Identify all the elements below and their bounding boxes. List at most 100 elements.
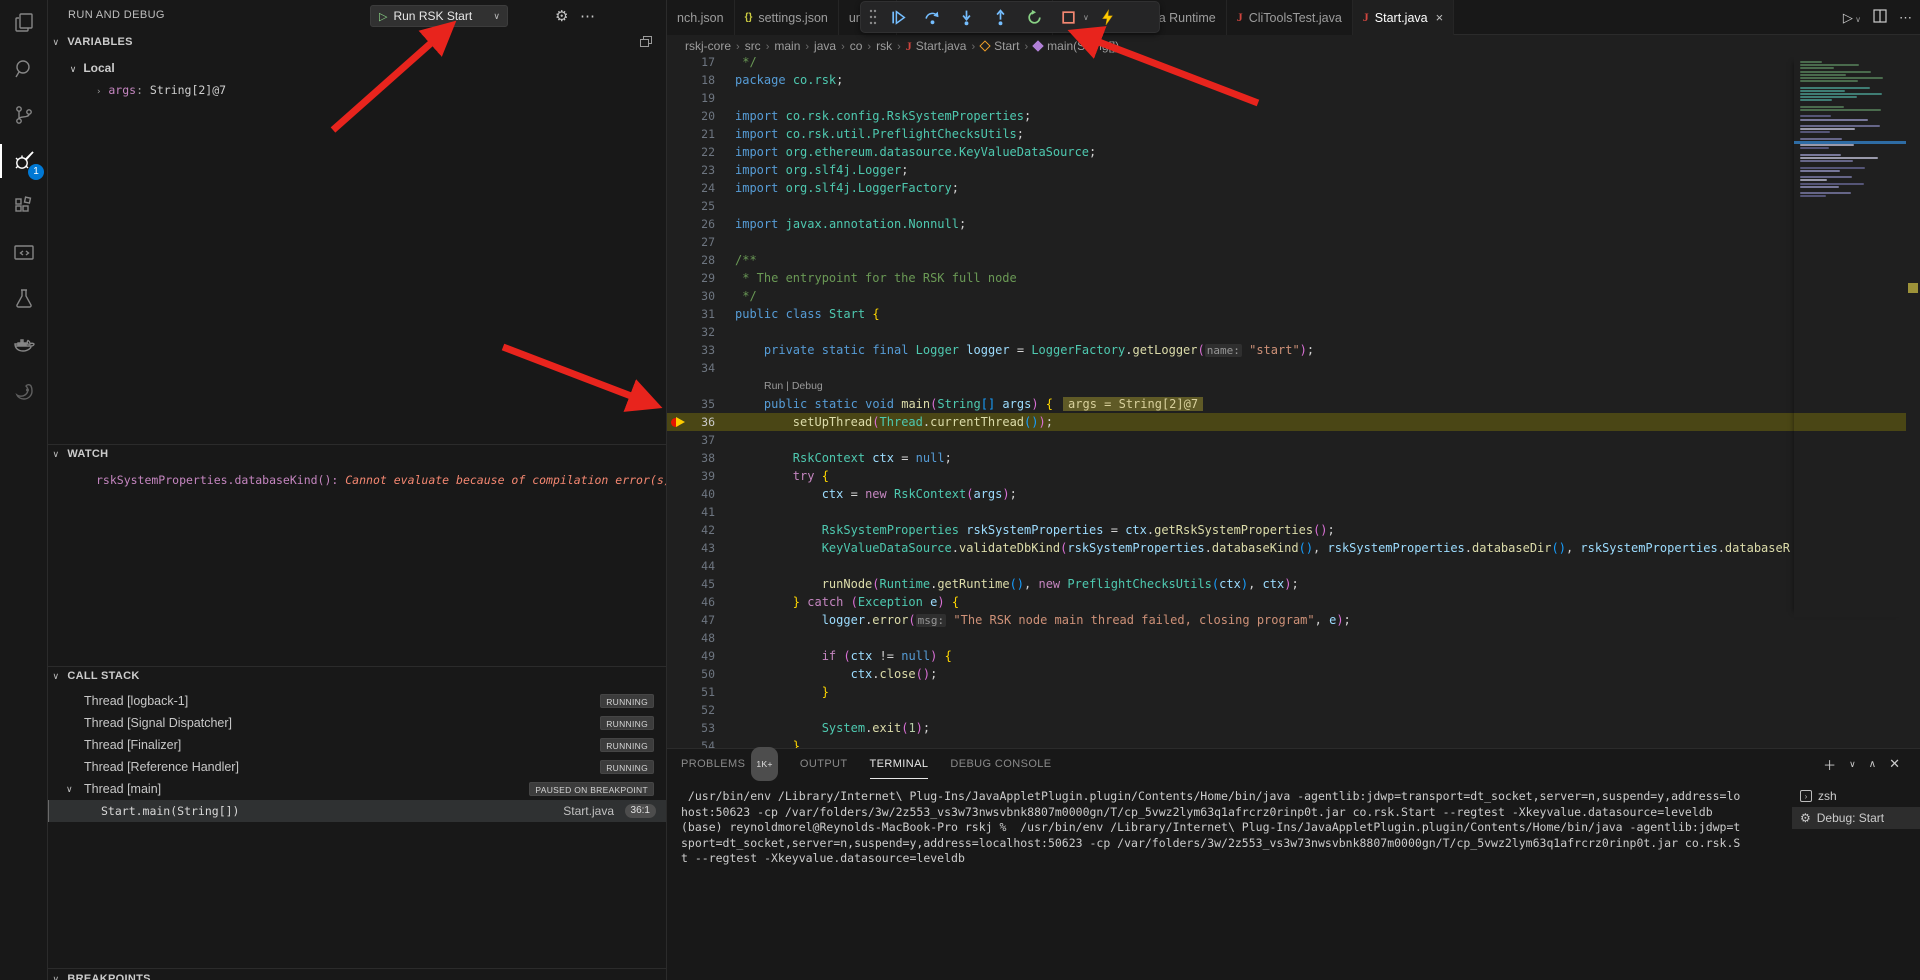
activity-bar-docker[interactable] bbox=[0, 322, 48, 368]
breadcrumb-item[interactable]: co bbox=[850, 39, 863, 53]
code-line[interactable]: 34 bbox=[667, 359, 1906, 377]
line-number[interactable]: 34 bbox=[667, 359, 715, 377]
code-line[interactable]: 40 ctx = new RskContext(args); bbox=[667, 485, 1906, 503]
code-line[interactable]: 32 bbox=[667, 323, 1906, 341]
watch-expression[interactable]: rskSystemProperties.databaseKind(): Cann… bbox=[48, 470, 666, 490]
continue-icon[interactable] bbox=[883, 4, 913, 30]
line-number[interactable]: 51 bbox=[667, 683, 715, 701]
line-number[interactable]: 36 bbox=[667, 413, 715, 431]
code-line[interactable]: 39 try { bbox=[667, 467, 1906, 485]
toolbar-drag-handle[interactable] bbox=[867, 9, 879, 25]
code-line[interactable]: 51 } bbox=[667, 683, 1906, 701]
code-line[interactable]: 54 } bbox=[667, 737, 1906, 748]
call-stack-section-header[interactable]: ∨ CALL STACK bbox=[48, 670, 666, 690]
line-number[interactable]: 26 bbox=[667, 215, 715, 233]
line-number[interactable]: 21 bbox=[667, 125, 715, 143]
line-number[interactable]: 40 bbox=[667, 485, 715, 503]
more-actions-icon[interactable]: ⋯ bbox=[1899, 10, 1912, 26]
code-line[interactable]: 38 RskContext ctx = null; bbox=[667, 449, 1906, 467]
code-line[interactable]: 46 } catch (Exception e) { bbox=[667, 593, 1906, 611]
code-line[interactable]: 45 runNode(Runtime.getRuntime(), new Pre… bbox=[667, 575, 1906, 593]
close-icon[interactable]: × bbox=[1436, 10, 1444, 25]
split-editor-icon[interactable] bbox=[1873, 9, 1887, 26]
code-line[interactable]: 24import org.slf4j.LoggerFactory; bbox=[667, 179, 1906, 197]
code-lens[interactable]: Run | Debug bbox=[667, 377, 1906, 395]
breakpoint-current-frame-icon[interactable] bbox=[671, 416, 687, 428]
line-number[interactable]: 53 bbox=[667, 719, 715, 737]
run-java-icon[interactable]: ▷ ∨ bbox=[1843, 10, 1861, 26]
new-terminal-icon[interactable]: ＋ bbox=[1823, 755, 1836, 774]
variables-section-header[interactable]: ∨ VARIABLES bbox=[48, 36, 666, 56]
line-number[interactable]: 38 bbox=[667, 449, 715, 467]
line-number[interactable]: 29 bbox=[667, 269, 715, 287]
terminal-output[interactable]: /usr/bin/env /Library/Internet\ Plug-Ins… bbox=[681, 789, 1741, 980]
activity-bar-run-and-debug[interactable]: 1 bbox=[0, 138, 48, 184]
code-line[interactable]: 31public class Start { bbox=[667, 305, 1906, 323]
line-number[interactable]: 22 bbox=[667, 143, 715, 161]
line-number[interactable]: 44 bbox=[667, 557, 715, 575]
code-line[interactable]: 49 if (ctx != null) { bbox=[667, 647, 1906, 665]
code-line[interactable]: 33 private static final Logger logger = … bbox=[667, 341, 1906, 359]
close-panel-icon[interactable]: ✕ bbox=[1889, 756, 1900, 772]
line-number[interactable]: 49 bbox=[667, 647, 715, 665]
step-over-icon[interactable] bbox=[917, 4, 947, 30]
stop-icon[interactable] bbox=[1053, 4, 1083, 30]
code-line[interactable]: 52 bbox=[667, 701, 1906, 719]
tab-start-java[interactable]: JStart.java× bbox=[1353, 0, 1454, 35]
line-number[interactable]: 35 bbox=[667, 395, 715, 413]
breadcrumb-file[interactable]: Start.java bbox=[916, 39, 967, 53]
line-number[interactable]: 18 bbox=[667, 71, 715, 89]
code-line[interactable]: 22import org.ethereum.datasource.KeyValu… bbox=[667, 143, 1906, 161]
tab-nch-json[interactable]: nch.json bbox=[667, 0, 735, 35]
code-line[interactable]: 29 * The entrypoint for the RSK full nod… bbox=[667, 269, 1906, 287]
line-number[interactable]: 37 bbox=[667, 431, 715, 449]
code-line[interactable]: 30 */ bbox=[667, 287, 1906, 305]
launch-config-dropdown[interactable]: ▷ Run RSK Start ∨ bbox=[370, 5, 508, 27]
breadcrumb-symbol[interactable]: main(String[]) bbox=[1047, 39, 1119, 53]
line-number[interactable]: 17 bbox=[667, 57, 715, 71]
code-line[interactable]: 37 bbox=[667, 431, 1906, 449]
code-line[interactable]: 47 logger.error(msg: "The RSK node main … bbox=[667, 611, 1906, 629]
line-number[interactable]: 39 bbox=[667, 467, 715, 485]
activity-bar-source-control[interactable] bbox=[0, 92, 48, 138]
line-number[interactable]: 32 bbox=[667, 323, 715, 341]
panel-tab-debug-console[interactable]: DEBUG CONSOLE bbox=[950, 749, 1051, 779]
breadcrumb-item[interactable]: rsk bbox=[876, 39, 892, 53]
code-line[interactable]: 42 RskSystemProperties rskSystemProperti… bbox=[667, 521, 1906, 539]
line-number[interactable]: 41 bbox=[667, 503, 715, 521]
line-number[interactable]: 45 bbox=[667, 575, 715, 593]
code-line[interactable]: 18package co.rsk; bbox=[667, 71, 1906, 89]
activity-bar-search[interactable] bbox=[0, 46, 48, 92]
thread-row[interactable]: Thread [Finalizer]RUNNING bbox=[48, 734, 666, 756]
activity-bar-gradle[interactable] bbox=[0, 368, 48, 414]
code-line[interactable]: 28/** bbox=[667, 251, 1906, 269]
line-number[interactable]: 19 bbox=[667, 89, 715, 107]
activity-bar-remote-explorer[interactable] bbox=[0, 230, 48, 276]
line-number[interactable]: 50 bbox=[667, 665, 715, 683]
stack-frame-row[interactable]: Start.main(String[]) Start.java 36:1 bbox=[48, 800, 666, 822]
minimap[interactable] bbox=[1794, 57, 1906, 617]
line-number[interactable]: 43 bbox=[667, 539, 715, 557]
line-number[interactable]: 27 bbox=[667, 233, 715, 251]
breadcrumb-item[interactable]: java bbox=[814, 39, 836, 53]
line-number[interactable]: 42 bbox=[667, 521, 715, 539]
breadcrumb-symbol[interactable]: Start bbox=[994, 39, 1019, 53]
breadcrumb-item[interactable]: main bbox=[774, 39, 800, 53]
code-line[interactable]: 23import org.slf4j.Logger; bbox=[667, 161, 1906, 179]
gear-icon[interactable]: ⚙ bbox=[555, 7, 568, 25]
thread-row[interactable]: ∨Thread [main]PAUSED ON BREAKPOINT bbox=[48, 778, 666, 800]
thread-row[interactable]: Thread [Reference Handler]RUNNING bbox=[48, 756, 666, 778]
code-line[interactable]: 48 bbox=[667, 629, 1906, 647]
code-line[interactable]: 44 bbox=[667, 557, 1906, 575]
code-line[interactable]: 20import co.rsk.config.RskSystemProperti… bbox=[667, 107, 1906, 125]
line-number[interactable]: 30 bbox=[667, 287, 715, 305]
variables-scope-local[interactable]: ∨ Local bbox=[48, 58, 666, 78]
tab-clitoolstest-java[interactable]: JCliToolsTest.java bbox=[1227, 0, 1353, 35]
line-number[interactable]: 20 bbox=[667, 107, 715, 125]
code-line[interactable]: 19 bbox=[667, 89, 1906, 107]
line-number[interactable]: 54 bbox=[667, 737, 715, 748]
line-number[interactable]: 52 bbox=[667, 701, 715, 719]
variable-args[interactable]: › args: String[2]@7 bbox=[48, 80, 666, 100]
thread-row[interactable]: Thread [Signal Dispatcher]RUNNING bbox=[48, 712, 666, 734]
code-line[interactable]: 21import co.rsk.util.PreflightChecksUtil… bbox=[667, 125, 1906, 143]
